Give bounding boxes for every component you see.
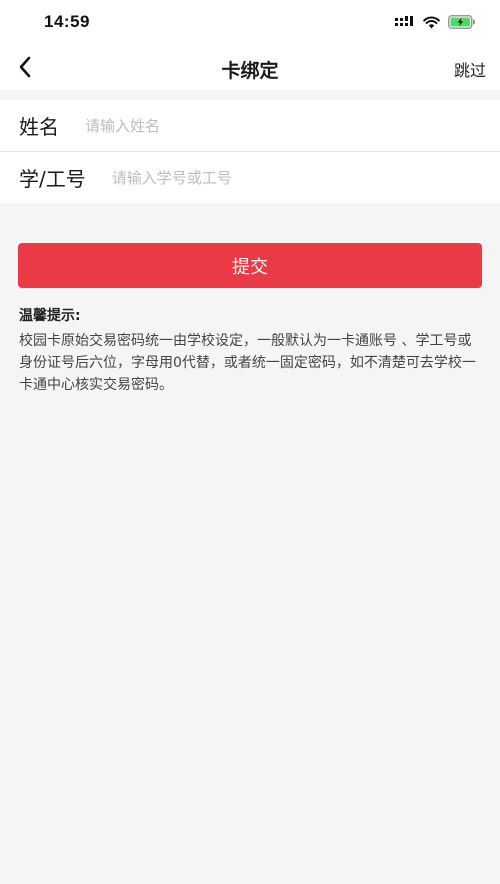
name-label: 姓名	[19, 115, 59, 139]
status-bar: 14:59	[0, 0, 500, 44]
page-title: 卡绑定	[221, 60, 279, 82]
name-input[interactable]	[83, 110, 500, 141]
submit-button[interactable]: 提交	[18, 243, 482, 288]
name-row: 姓名	[0, 100, 500, 151]
tips-body: 校园卡原始交易密码统一由学校设定，一般默认为一卡通账号 、学工号或身份证号后六位…	[19, 333, 476, 393]
skip-button[interactable]: 跳过	[454, 57, 486, 81]
binding-form: 姓名 学/工号	[0, 100, 500, 203]
signal-icon	[395, 16, 413, 26]
student-id-label: 学/工号	[19, 167, 86, 191]
battery-charging-icon	[448, 15, 475, 29]
wifi-icon	[423, 16, 440, 28]
status-time: 14:59	[44, 12, 90, 31]
navigation-bar: 卡绑定 跳过	[0, 44, 500, 90]
status-icons	[395, 14, 476, 30]
student-id-row: 学/工号	[0, 152, 500, 203]
student-id-input[interactable]	[109, 162, 500, 193]
tips-title: 温馨提示:	[19, 308, 81, 324]
